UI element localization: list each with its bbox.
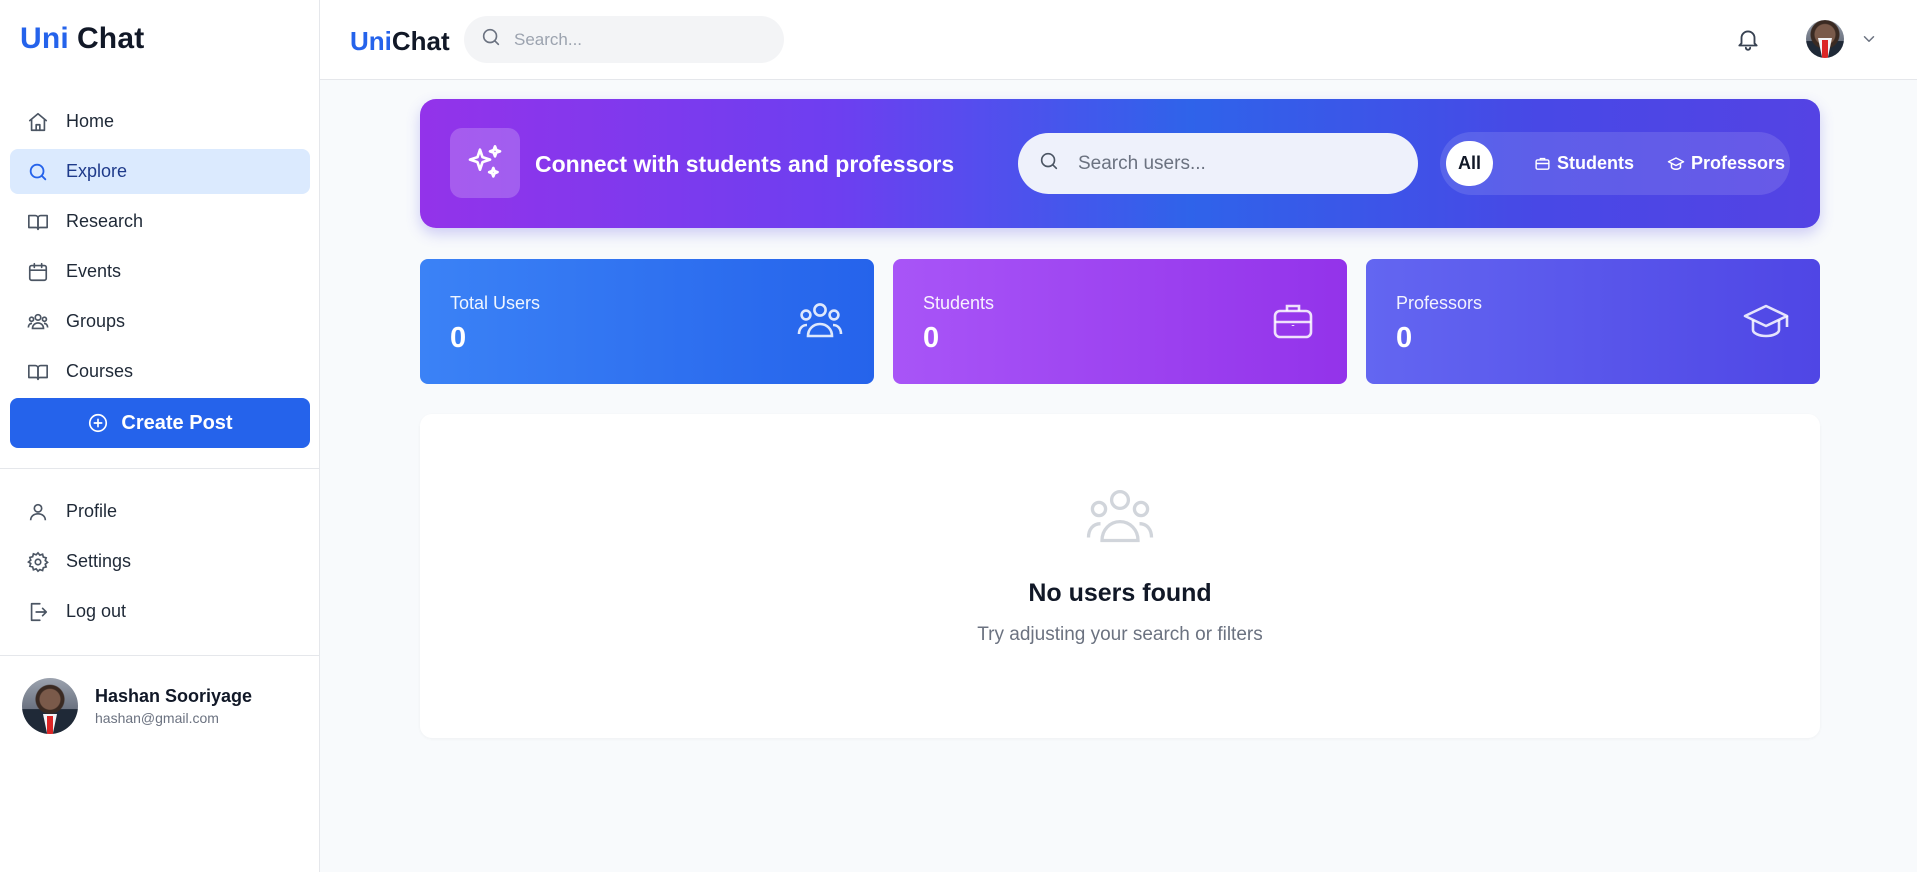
logout-icon xyxy=(26,600,50,624)
sidebar-logo[interactable]: Uni Chat xyxy=(20,22,144,56)
sidebar-item-research[interactable]: Research xyxy=(10,199,310,244)
home-icon xyxy=(26,110,50,134)
user-results-panel: No users found Try adjusting your search… xyxy=(420,414,1820,738)
header-logo[interactable]: UniChat xyxy=(350,26,450,57)
sidebar-item-profile[interactable]: Profile xyxy=(10,489,310,534)
sidebar-nav: Home Explore Research Events Groups Cour… xyxy=(10,99,310,399)
search-icon xyxy=(1038,150,1060,177)
graduation-cap-icon xyxy=(1742,297,1790,350)
stat-card-total-users: Total Users 0 xyxy=(420,259,874,384)
avatar xyxy=(22,678,78,734)
banner-title: Connect with students and professors xyxy=(535,151,955,177)
logo-chat-text: Chat xyxy=(76,22,145,55)
filter-label: Professors xyxy=(1691,153,1786,173)
stat-value: 0 xyxy=(1396,322,1413,354)
sparkles-icon xyxy=(450,128,520,198)
logo-uni-text: Uni xyxy=(20,22,69,55)
filter-all-button[interactable]: All xyxy=(1446,141,1494,186)
sidebar-item-label: Profile xyxy=(66,501,118,521)
search-icon xyxy=(480,26,502,53)
graduation-cap-icon xyxy=(1667,155,1685,173)
empty-state-subtitle: Try adjusting your search or filters xyxy=(977,624,1263,645)
calendar-icon xyxy=(26,260,50,284)
plus-circle-icon xyxy=(87,412,109,434)
bell-icon[interactable] xyxy=(1735,26,1761,57)
stat-label: Total Users xyxy=(450,293,541,313)
book-open-icon xyxy=(26,360,50,384)
sidebar-divider xyxy=(0,468,319,469)
sidebar-item-home[interactable]: Home xyxy=(10,99,310,144)
header-avatar[interactable] xyxy=(1806,20,1844,58)
users-icon xyxy=(796,297,844,350)
logo-uni-text: Uni xyxy=(350,26,392,56)
sidebar-item-label: Groups xyxy=(66,311,126,331)
header-search-input[interactable] xyxy=(514,29,764,50)
explore-banner: Connect with students and professors All… xyxy=(420,99,1820,228)
sidebar-item-events[interactable]: Events xyxy=(10,249,310,294)
gear-icon xyxy=(26,550,50,574)
stat-value: 0 xyxy=(450,322,467,354)
briefcase-icon xyxy=(1534,155,1551,172)
stat-card-students: Students 0 xyxy=(893,259,1347,384)
filter-professors-button[interactable]: Professors xyxy=(1655,141,1797,186)
stat-card-professors: Professors 0 xyxy=(1366,259,1820,384)
filter-label: Students xyxy=(1557,153,1635,173)
sidebar-item-explore[interactable]: Explore xyxy=(10,149,310,194)
stat-label: Students xyxy=(923,293,995,313)
chevron-down-icon[interactable] xyxy=(1860,30,1878,53)
filter-students-button[interactable]: Students xyxy=(1522,141,1646,186)
logo-chat-text: Chat xyxy=(391,26,450,56)
sidebar-item-label: Home xyxy=(66,111,115,131)
create-post-label: Create Post xyxy=(121,411,233,434)
sidebar-item-courses[interactable]: Courses xyxy=(10,349,310,394)
sidebar-item-label: Events xyxy=(66,261,122,281)
sidebar: Uni Chat Home Explore Research Events Gr… xyxy=(0,0,320,872)
user-search xyxy=(1018,133,1418,194)
users-icon xyxy=(1084,482,1156,559)
book-open-icon xyxy=(26,210,50,234)
sidebar-item-label: Research xyxy=(66,211,144,231)
empty-state-title: No users found xyxy=(1028,579,1212,607)
stat-value: 0 xyxy=(923,322,940,354)
create-post-button[interactable]: Create Post xyxy=(10,398,310,448)
header-search xyxy=(464,16,784,63)
user-icon xyxy=(26,500,50,524)
users-icon xyxy=(26,310,50,334)
sidebar-item-groups[interactable]: Groups xyxy=(10,299,310,344)
stat-label: Professors xyxy=(1396,293,1483,313)
avatar xyxy=(1806,20,1844,58)
briefcase-icon xyxy=(1269,297,1317,350)
filter-label: All xyxy=(1458,153,1482,173)
user-email: hashan@gmail.com xyxy=(95,710,219,726)
search-icon xyxy=(26,160,50,184)
sidebar-item-logout[interactable]: Log out xyxy=(10,589,310,634)
sidebar-item-settings[interactable]: Settings xyxy=(10,539,310,584)
sidebar-secondary-nav: Profile Settings Log out xyxy=(10,489,310,639)
sidebar-item-label: Courses xyxy=(66,361,134,381)
user-info: Hashan Sooriyage hashan@gmail.com xyxy=(95,686,252,726)
user-search-input[interactable] xyxy=(1078,152,1398,175)
sidebar-user-card[interactable]: Hashan Sooriyage hashan@gmail.com xyxy=(22,678,252,734)
sidebar-item-label: Settings xyxy=(66,551,132,571)
user-name: Hashan Sooriyage xyxy=(95,686,253,706)
role-filter-group: All Students Professors xyxy=(1440,132,1790,195)
top-header: UniChat xyxy=(320,0,1917,80)
sidebar-divider xyxy=(0,655,319,656)
sidebar-item-label: Explore xyxy=(66,161,128,181)
sidebar-item-label: Log out xyxy=(66,601,127,621)
